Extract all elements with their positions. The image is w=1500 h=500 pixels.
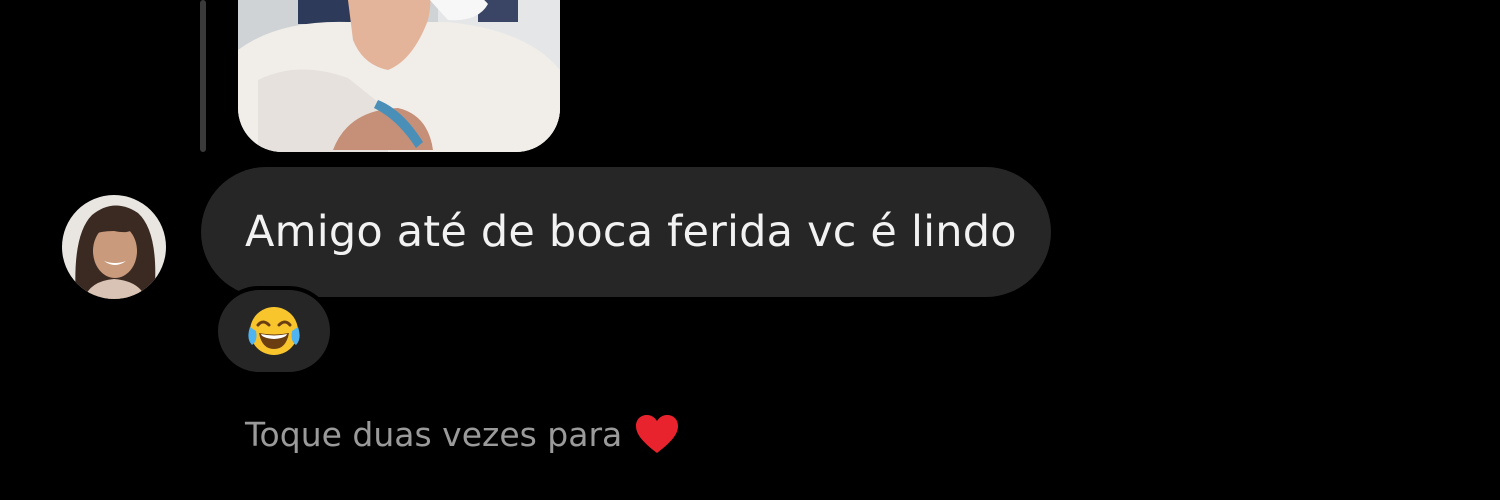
double-tap-hint: Toque duas vezes para (245, 410, 680, 458)
photo-thumbnail (238, 0, 560, 152)
reply-thread-line (200, 0, 206, 152)
avatar-image (62, 195, 166, 299)
sender-avatar[interactable] (62, 195, 166, 299)
reaction-badge[interactable] (214, 286, 334, 376)
message-bubble[interactable]: Amigo até de boca ferida vc é lindo (201, 167, 1051, 297)
double-tap-hint-text: Toque duas vezes para (245, 414, 623, 454)
message-text: Amigo até de boca ferida vc é lindo (245, 206, 1017, 257)
replied-photo[interactable] (238, 0, 560, 152)
heart-icon (636, 415, 679, 453)
face-with-tears-of-joy-icon (248, 307, 300, 355)
